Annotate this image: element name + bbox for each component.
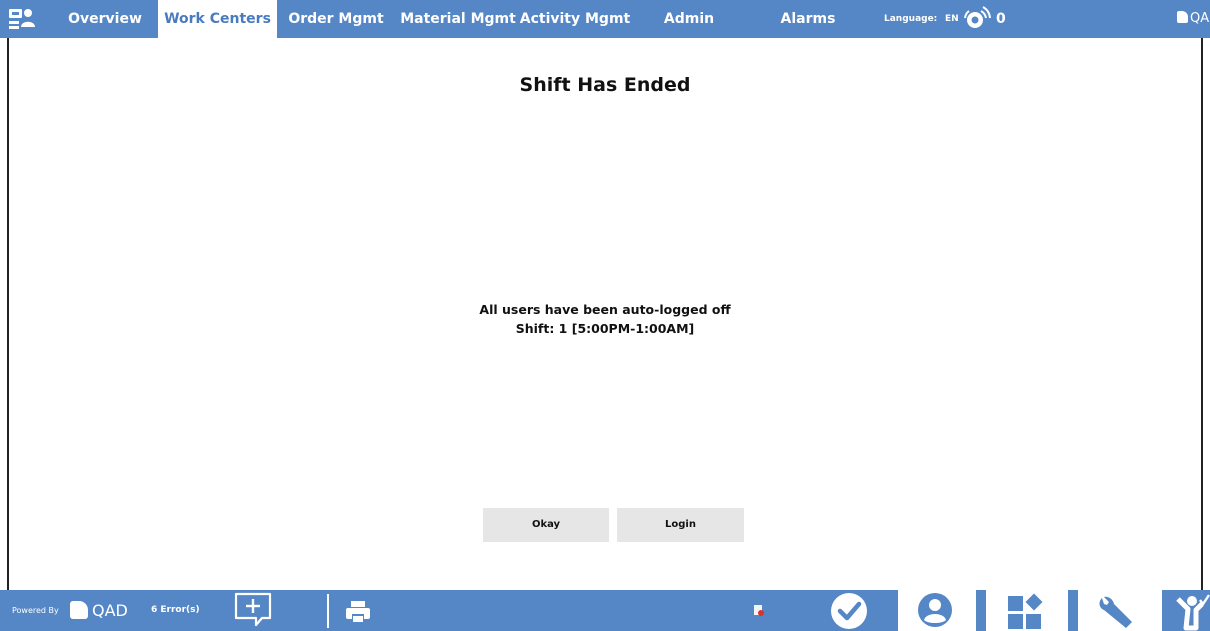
add-comment-icon[interactable]: [232, 590, 274, 631]
message-line-shift: Shift: 1 [5:00PM-1:00AM]: [515, 321, 695, 336]
operator-icon[interactable]: [1172, 590, 1210, 631]
alarm-count: 0: [996, 11, 1006, 27]
tab-order-mgmt[interactable]: Order Mgmt: [280, 0, 392, 38]
workstation-user-icon[interactable]: [8, 5, 36, 31]
tab-overview[interactable]: Overview: [50, 0, 160, 38]
qad-brand-text: QAD: [1190, 11, 1210, 26]
status-document-icon[interactable]: [752, 590, 766, 631]
qad-logo-text: QAD: [92, 601, 128, 620]
wrench-icon[interactable]: [1078, 590, 1162, 631]
okay-button[interactable]: Okay: [483, 508, 609, 542]
tab-material-mgmt[interactable]: Material Mgmt: [397, 0, 519, 38]
print-icon[interactable]: [344, 590, 372, 631]
tab-activity-mgmt[interactable]: Activity Mgmt: [519, 0, 631, 38]
page-title: Shift Has Ended: [519, 74, 691, 96]
dashboard-icon[interactable]: [986, 590, 1068, 631]
maintenance-tile[interactable]: [1078, 590, 1162, 631]
tab-admin[interactable]: Admin: [641, 0, 737, 38]
dashboard-tile[interactable]: [986, 590, 1068, 631]
toolbar-divider: [327, 594, 329, 628]
user-icon[interactable]: [898, 590, 976, 631]
language-selector[interactable]: EN: [945, 0, 959, 38]
powered-by-label: Powered By: [12, 606, 59, 615]
check-icon[interactable]: [828, 590, 870, 631]
language-label: Language:: [884, 14, 938, 24]
broadcast-alarm-icon[interactable]: [962, 6, 992, 32]
qad-brand-top: QAD: [1177, 0, 1210, 38]
qad-logo: QAD: [70, 600, 128, 622]
message-line-logged-off: All users have been auto-logged off: [479, 302, 731, 317]
shift-message: All users have been auto-logged off Shif…: [0, 300, 1210, 338]
top-nav-bar: Overview Work Centers Order Mgmt Materia…: [0, 0, 1210, 38]
tab-alarms[interactable]: Alarms: [760, 0, 856, 38]
qad-logo-icon: [70, 601, 88, 619]
error-count[interactable]: 6 Error(s): [151, 590, 200, 631]
bottom-toolbar: Powered By QAD 6 Error(s): [0, 590, 1210, 631]
qad-logo-icon: [1177, 11, 1188, 23]
user-tile[interactable]: [898, 590, 976, 631]
tab-work-centers[interactable]: Work Centers: [158, 0, 277, 38]
app-window: Overview Work Centers Order Mgmt Materia…: [0, 0, 1210, 631]
login-button[interactable]: Login: [617, 508, 744, 542]
